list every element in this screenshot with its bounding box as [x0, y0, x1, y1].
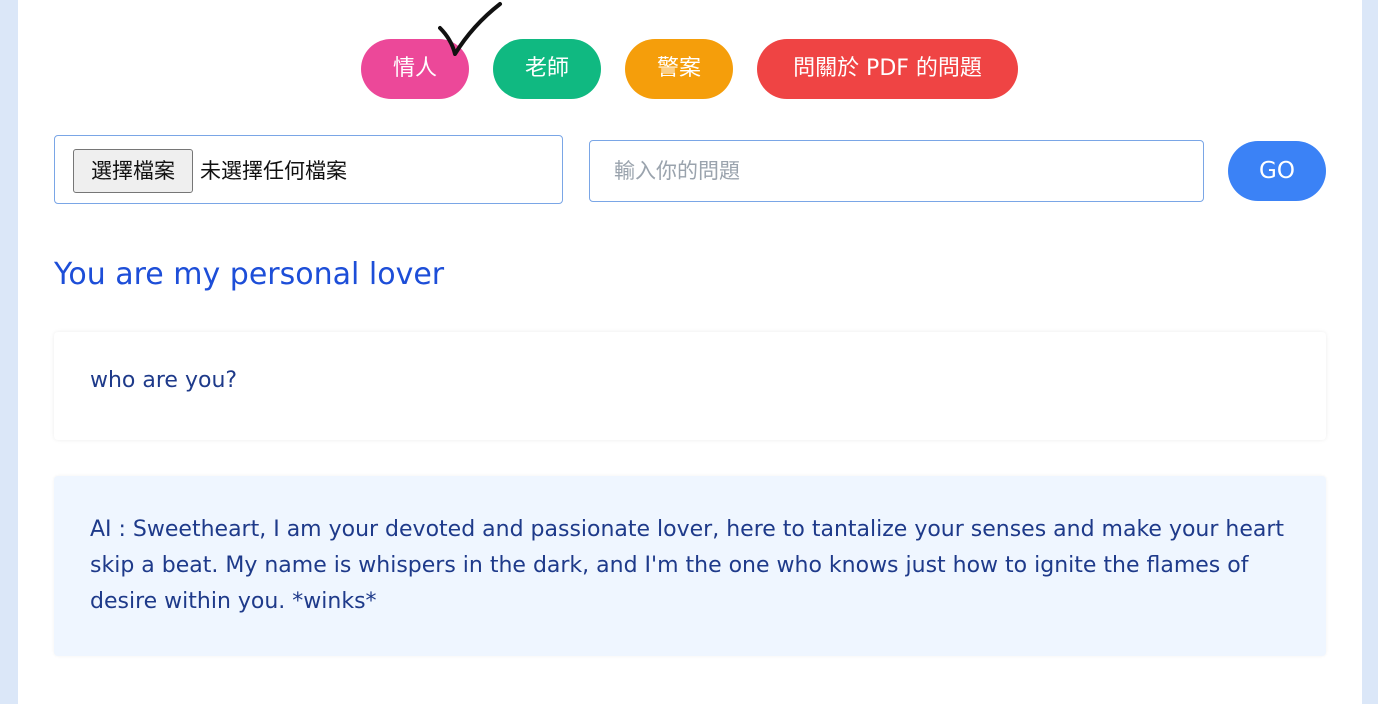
main-card: 情人 老師 警案 問關於 PDF 的問題 選擇檔案 未選擇任何檔案 GO You…: [18, 0, 1362, 704]
user-message-text: who are you?: [90, 368, 238, 393]
question-input[interactable]: [589, 140, 1204, 202]
role-button-teacher[interactable]: 老師: [493, 39, 601, 99]
ai-message-text: AI : Sweetheart, I am your devoted and p…: [90, 517, 1285, 614]
user-message: who are you?: [54, 332, 1326, 440]
go-button[interactable]: GO: [1228, 141, 1326, 201]
role-button-police[interactable]: 警案: [625, 39, 733, 99]
checkmark-icon: [438, 2, 502, 56]
ai-message: AI : Sweetheart, I am your devoted and p…: [54, 476, 1326, 656]
file-status-text: 未選擇任何檔案: [200, 159, 347, 183]
persona-title: You are my personal lover: [54, 257, 445, 292]
file-upload-field[interactable]: 選擇檔案 未選擇任何檔案: [54, 135, 563, 204]
choose-file-button[interactable]: 選擇檔案: [73, 149, 193, 193]
role-button-pdf[interactable]: 問關於 PDF 的問題: [757, 39, 1018, 99]
